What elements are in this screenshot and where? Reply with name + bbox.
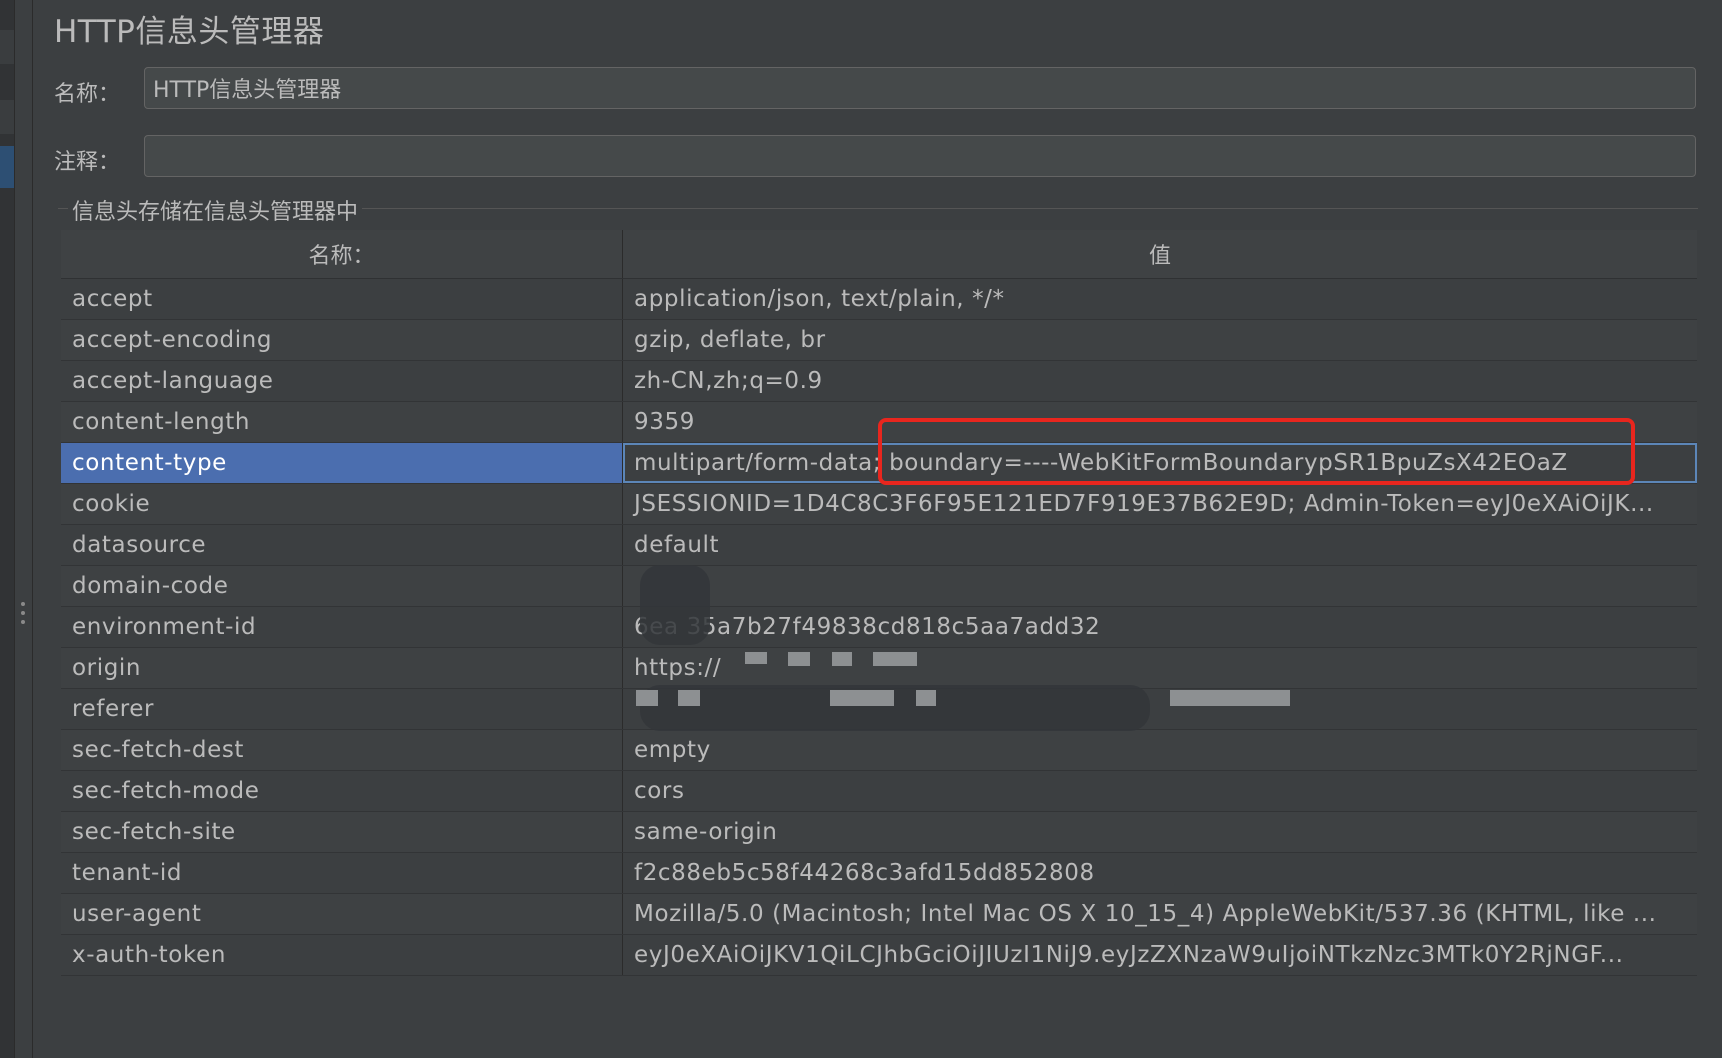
header-value-cell[interactable]: eyJ0eXAiOiJKV1QiLCJhbGciOiJIUzI1NiJ9.eyJ… [623, 935, 1697, 975]
header-name-cell[interactable]: sec-fetch-mode [61, 771, 623, 811]
redaction-block [678, 690, 700, 706]
header-name-cell[interactable]: environment-id [61, 607, 623, 647]
table-row[interactable]: cookie JSESSIONID=1D4C8C3F6F95E121ED7F919… [61, 484, 1697, 525]
header-value-cell[interactable]: https:// [623, 648, 1697, 688]
redaction-block [916, 690, 936, 706]
header-name-cell[interactable]: user-agent [61, 894, 623, 934]
header-value-cell[interactable]: empty [623, 730, 1697, 770]
header-value-cell[interactable]: JSESSIONID=1D4C8C3F6F95E121ED7F919E37B62… [623, 484, 1697, 524]
header-name-cell[interactable]: sec-fetch-site [61, 812, 623, 852]
header-value-cell[interactable]: f2c88eb5c58f44268c3afd15dd852808 [623, 853, 1697, 893]
header-name-cell[interactable]: tenant-id [61, 853, 623, 893]
table-header: 名称： 值 [61, 230, 1697, 279]
header-name-cell[interactable]: accept [61, 279, 623, 319]
header-name-cell[interactable]: cookie [61, 484, 623, 524]
header-name-cell[interactable]: content-length [61, 402, 623, 442]
redaction-block [636, 690, 658, 706]
table-row[interactable]: tenant-id f2c88eb5c58f44268c3afd15dd85280… [61, 853, 1697, 894]
redaction-block [873, 652, 917, 666]
table-row[interactable]: accept-encoding gzip, deflate, br [61, 320, 1697, 361]
redaction-block [830, 690, 894, 706]
header-value-cell[interactable]: application/json, text/plain, */* [623, 279, 1697, 319]
redaction-block [1170, 690, 1290, 706]
column-header-name[interactable]: 名称： [61, 230, 623, 278]
redaction-smear [640, 685, 1150, 731]
header-name-cell[interactable]: sec-fetch-dest [61, 730, 623, 770]
table-row[interactable]: sec-fetch-site same-origin [61, 812, 1697, 853]
tool-strip-segment [0, 100, 14, 134]
header-name-cell[interactable]: datasource [61, 525, 623, 565]
redaction-block [745, 652, 767, 664]
table-body: accept application/json, text/plain, */* a… [61, 279, 1697, 976]
header-value-cell[interactable]: gzip, deflate, br [623, 320, 1697, 360]
panel-splitter[interactable] [32, 0, 33, 1058]
table-row[interactable]: domain-code [61, 566, 1697, 607]
header-value-cell[interactable] [623, 566, 1697, 606]
table-row[interactable]: accept application/json, text/plain, */* [61, 279, 1697, 320]
table-row[interactable]: sec-fetch-mode cors [61, 771, 1697, 812]
header-value-cell[interactable]: default [623, 525, 1697, 565]
annotation-highlight-box [878, 418, 1635, 485]
comment-input[interactable] [144, 135, 1696, 177]
redaction-block [832, 652, 852, 666]
header-name-cell[interactable]: referer [61, 689, 623, 729]
header-value-cell[interactable]: cors [623, 771, 1697, 811]
tool-strip-segment [0, 30, 14, 64]
table-row[interactable]: sec-fetch-dest empty [61, 730, 1697, 771]
header-value-cell[interactable]: zh-CN,zh;q=0.9 [623, 361, 1697, 401]
header-name-cell[interactable]: accept-language [61, 361, 623, 401]
header-name-cell[interactable]: content-type [61, 443, 623, 483]
name-input[interactable] [144, 67, 1696, 109]
redaction-smear [640, 565, 710, 645]
headers-table: 名称： 值 accept application/json, text/plain… [61, 230, 1697, 976]
panel-title: HTTP信息头管理器 [54, 14, 325, 50]
table-row[interactable]: datasource default [61, 525, 1697, 566]
header-name-cell[interactable]: x-auth-token [61, 935, 623, 975]
redaction-block [788, 652, 810, 666]
header-value-cell[interactable]: Mozilla/5.0 (Macintosh; Intel Mac OS X 1… [623, 894, 1697, 934]
comment-label: 注释： [54, 150, 121, 175]
header-name-cell[interactable]: accept-encoding [61, 320, 623, 360]
tool-strip-selected [0, 146, 14, 188]
header-name-cell[interactable]: domain-code [61, 566, 623, 606]
drag-handle-icon[interactable] [21, 602, 27, 629]
table-row[interactable]: accept-language zh-CN,zh;q=0.9 [61, 361, 1697, 402]
table-row[interactable]: user-agent Mozilla/5.0 (Macintosh; Intel … [61, 894, 1697, 935]
group-title: 信息头存储在信息头管理器中 [68, 194, 363, 226]
table-row[interactable]: environment-id 6ea 35a7b27f49838cd818c5aa… [61, 607, 1697, 648]
header-name-cell[interactable]: origin [61, 648, 623, 688]
header-value-cell[interactable]: 6ea 35a7b27f49838cd818c5aa7add32 [623, 607, 1697, 647]
left-tool-strip [0, 0, 15, 1058]
name-label: 名称： [54, 82, 121, 107]
table-row[interactable]: x-auth-token eyJ0eXAiOiJKV1QiLCJhbGciOiJI… [61, 935, 1697, 976]
header-value-cell[interactable]: same-origin [623, 812, 1697, 852]
column-header-value[interactable]: 值 [623, 230, 1697, 278]
